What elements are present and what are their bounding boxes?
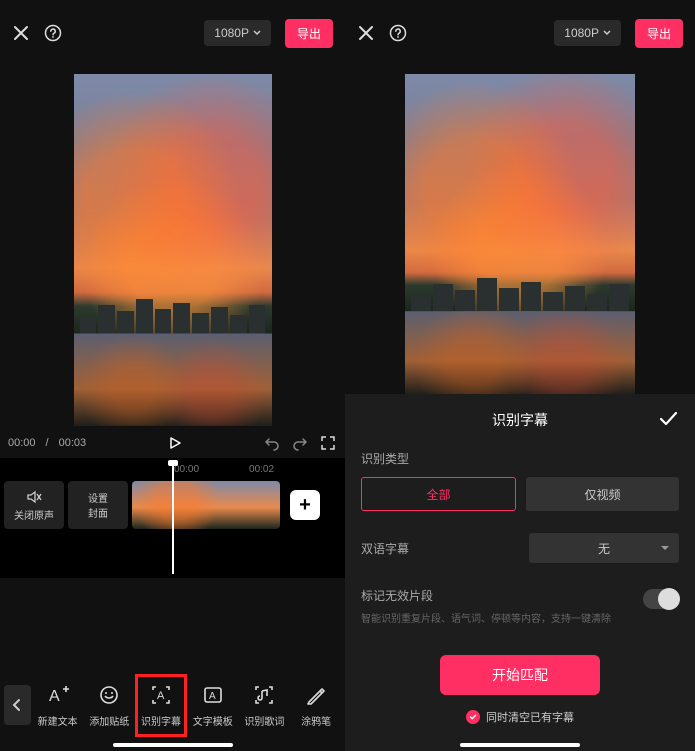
svg-text:A: A bbox=[209, 691, 216, 702]
type-option-video-only[interactable]: 仅视频 bbox=[526, 477, 679, 511]
time-current: 00:00 bbox=[8, 437, 36, 449]
template-icon: A bbox=[201, 683, 225, 707]
invalid-hint: 智能识别重复片段、语气词、停顿等内容，支持一键清除 bbox=[361, 610, 643, 625]
undo-icon[interactable] bbox=[263, 434, 281, 452]
editor-left-pane: 1080P 导出 00:00 / 00:03 00:00 bbox=[0, 0, 345, 751]
bilingual-value: 无 bbox=[598, 540, 610, 557]
tool-template[interactable]: A 文字模板 bbox=[188, 675, 238, 736]
clear-existing-label: 同时清空已有字幕 bbox=[486, 709, 574, 725]
bilingual-label: 双语字幕 bbox=[361, 540, 409, 557]
tool-doodle[interactable]: 涂鸦笔 bbox=[291, 675, 341, 736]
resolution-label: 1080P bbox=[564, 26, 599, 40]
home-indicator[interactable] bbox=[460, 743, 580, 747]
video-preview[interactable] bbox=[405, 74, 635, 394]
tool-lyrics[interactable]: 识别歌词 bbox=[240, 675, 290, 736]
tool-label: 识别歌词 bbox=[244, 713, 284, 728]
tool-label: 识别字幕 bbox=[141, 713, 181, 728]
cover-label: 设置 封面 bbox=[88, 490, 108, 520]
help-icon[interactable] bbox=[389, 24, 407, 42]
type-segment: 全部 仅视频 bbox=[361, 477, 679, 511]
svg-text:A: A bbox=[49, 688, 60, 705]
lyrics-scan-icon bbox=[252, 683, 276, 707]
preview-reflection bbox=[405, 311, 635, 394]
tool-label: 新建文本 bbox=[38, 713, 78, 728]
invalid-label: 标记无效片段 bbox=[361, 587, 643, 604]
text-plus-icon: A bbox=[46, 683, 70, 707]
start-match-button[interactable]: 开始匹配 bbox=[440, 655, 600, 695]
clear-existing-row[interactable]: 同时清空已有字幕 bbox=[361, 709, 679, 725]
timeline[interactable]: 00:00 00:02 关闭原声 设置 封面 + bbox=[0, 458, 345, 578]
panel-title: 识别字幕 bbox=[492, 410, 548, 430]
resolution-button[interactable]: 1080P bbox=[204, 20, 271, 46]
time-total: 00:03 bbox=[59, 437, 87, 449]
left-topbar: 1080P 导出 bbox=[0, 0, 345, 66]
playhead[interactable] bbox=[172, 462, 174, 574]
right-topbar: 1080P 导出 bbox=[345, 0, 695, 66]
redo-icon[interactable] bbox=[291, 434, 309, 452]
cover-button[interactable]: 设置 封面 bbox=[68, 481, 128, 529]
type-option-all[interactable]: 全部 bbox=[361, 477, 516, 511]
resolution-button[interactable]: 1080P bbox=[554, 20, 621, 46]
home-indicator[interactable] bbox=[113, 743, 233, 747]
sticker-icon bbox=[97, 683, 121, 707]
mute-button[interactable]: 关闭原声 bbox=[4, 481, 64, 529]
fullscreen-icon[interactable] bbox=[319, 434, 337, 452]
checkbox-checked-icon[interactable] bbox=[466, 710, 480, 724]
mute-label: 关闭原声 bbox=[14, 507, 54, 522]
time-sep: / bbox=[46, 437, 49, 449]
back-button[interactable] bbox=[4, 685, 31, 725]
tool-label: 添加贴纸 bbox=[89, 713, 129, 728]
play-icon[interactable] bbox=[166, 434, 184, 452]
tool-label: 文字模板 bbox=[193, 713, 233, 728]
playbar: 00:00 / 00:03 bbox=[0, 426, 345, 458]
preview-reflection bbox=[74, 334, 272, 426]
bilingual-select[interactable]: 无 bbox=[529, 533, 679, 563]
tool-subtitle[interactable]: A 识别字幕 bbox=[136, 675, 186, 736]
help-icon[interactable] bbox=[44, 24, 62, 42]
export-button[interactable]: 导出 bbox=[635, 19, 683, 48]
resolution-label: 1080P bbox=[214, 26, 249, 40]
add-clip-button[interactable]: + bbox=[290, 490, 320, 520]
preview-skyline bbox=[405, 272, 635, 310]
type-label: 识别类型 bbox=[361, 450, 679, 467]
close-icon[interactable] bbox=[357, 24, 375, 42]
subtitle-panel: 识别字幕 识别类型 全部 仅视频 双语字幕 无 标记无效片段 智能识别重复片段、… bbox=[345, 394, 695, 751]
tool-label: 涂鸦笔 bbox=[301, 713, 331, 728]
ruler-mark: 00:00 bbox=[174, 464, 199, 475]
export-button[interactable]: 导出 bbox=[285, 19, 333, 48]
confirm-icon[interactable] bbox=[657, 408, 679, 435]
subtitle-scan-icon: A bbox=[149, 683, 173, 707]
video-preview[interactable] bbox=[74, 74, 272, 426]
editor-right-pane: 1080P 导出 识别字幕 识别类型 全部 仅视频 双语字幕 无 bbox=[345, 0, 695, 751]
close-icon[interactable] bbox=[12, 24, 30, 42]
tool-sticker[interactable]: 添加贴纸 bbox=[84, 675, 134, 736]
preview-skyline bbox=[74, 292, 272, 334]
ruler-mark: 00:02 bbox=[249, 464, 274, 475]
invalid-toggle[interactable] bbox=[643, 589, 679, 609]
tool-new-text[interactable]: A 新建文本 bbox=[33, 675, 83, 736]
svg-text:A: A bbox=[157, 690, 165, 702]
bottom-toolbar: A 新建文本 添加贴纸 A 识别字幕 A 文字模板 识别歌 bbox=[0, 659, 345, 751]
video-clip[interactable] bbox=[132, 481, 280, 529]
pen-icon bbox=[304, 683, 328, 707]
